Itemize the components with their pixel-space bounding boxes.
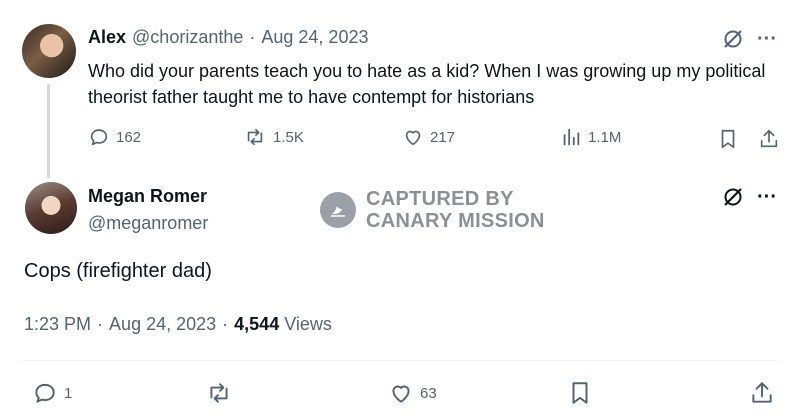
watermark-line2: CANARY MISSION <box>366 210 545 232</box>
thread-connector-line <box>47 84 50 178</box>
watermark-line1: CAPTURED BY <box>366 188 514 210</box>
tweet1-separator: · <box>249 27 256 47</box>
share-button[interactable] <box>748 380 776 406</box>
tweet2-date[interactable]: Aug 24, 2023 <box>109 314 216 335</box>
like-count: 63 <box>420 384 437 402</box>
tweet1-header: Alex @chorizanthe · Aug 24, 2023 <box>88 27 368 48</box>
tweet2-time[interactable]: 1:23 PM <box>24 314 91 335</box>
heart-icon <box>405 130 421 146</box>
bookmark-button[interactable] <box>715 126 741 152</box>
repost-button[interactable] <box>204 380 234 406</box>
share-button[interactable] <box>756 126 782 152</box>
repost-count: 1.5K <box>273 128 304 146</box>
tweet2-views-label: Views <box>284 314 332 334</box>
bookmark-icon <box>721 129 735 149</box>
grok-icon[interactable] <box>720 184 746 210</box>
more-options-icon[interactable]: ··· <box>752 184 782 210</box>
tweet2-author-name[interactable]: Megan Romer <box>88 186 207 207</box>
reply-count: 1 <box>64 384 73 402</box>
bookmark-icon <box>572 382 588 404</box>
tweet2-meta: 1:23 PM · Aug 24, 2023 · 4,544 Views <box>24 314 332 335</box>
like-button[interactable]: 217 <box>402 126 455 148</box>
avatar-alex[interactable] <box>22 24 76 78</box>
tweet2-views-count[interactable]: 4,544 <box>234 314 279 334</box>
views-button[interactable]: 1.1M <box>560 126 621 148</box>
reply-button[interactable]: 1 <box>32 380 72 406</box>
like-count: 217 <box>430 128 456 146</box>
share-icon <box>760 129 778 148</box>
tweet1-handle[interactable]: @chorizanthe <box>132 27 243 48</box>
canary-logo-icon <box>320 192 356 228</box>
tweet1-author-name[interactable]: Alex <box>88 27 126 48</box>
repost-button[interactable]: 1.5K <box>243 126 304 148</box>
heart-icon <box>392 385 410 403</box>
tweet2-handle[interactable]: @meganromer <box>88 213 208 234</box>
views-chart-icon <box>563 128 580 146</box>
reply-button[interactable]: 162 <box>88 126 141 148</box>
reply-icon <box>35 383 55 403</box>
tweet1-text: Who did your parents teach you to hate a… <box>88 61 766 107</box>
repost-icon <box>247 128 263 146</box>
repost-icon <box>210 383 228 403</box>
reply-icon <box>90 129 108 146</box>
divider <box>22 360 778 361</box>
avatar-megan-romer[interactable] <box>25 182 77 234</box>
like-button[interactable]: 63 <box>388 380 437 406</box>
canary-mission-watermark: CAPTURED BY CANARY MISSION <box>320 188 545 232</box>
tweet1-date[interactable]: Aug 24, 2023 <box>261 27 368 48</box>
tweet2-separator: · <box>222 314 229 334</box>
more-options-icon[interactable]: ··· <box>752 26 782 52</box>
grok-icon[interactable] <box>720 26 746 52</box>
reply-count: 162 <box>116 128 142 146</box>
share-icon <box>752 382 772 403</box>
tweet2-separator: · <box>97 314 104 334</box>
tweet2-text: Cops (firefighter dad) <box>24 260 212 282</box>
bookmark-button[interactable] <box>566 380 594 406</box>
views-count: 1.1M <box>588 128 622 146</box>
